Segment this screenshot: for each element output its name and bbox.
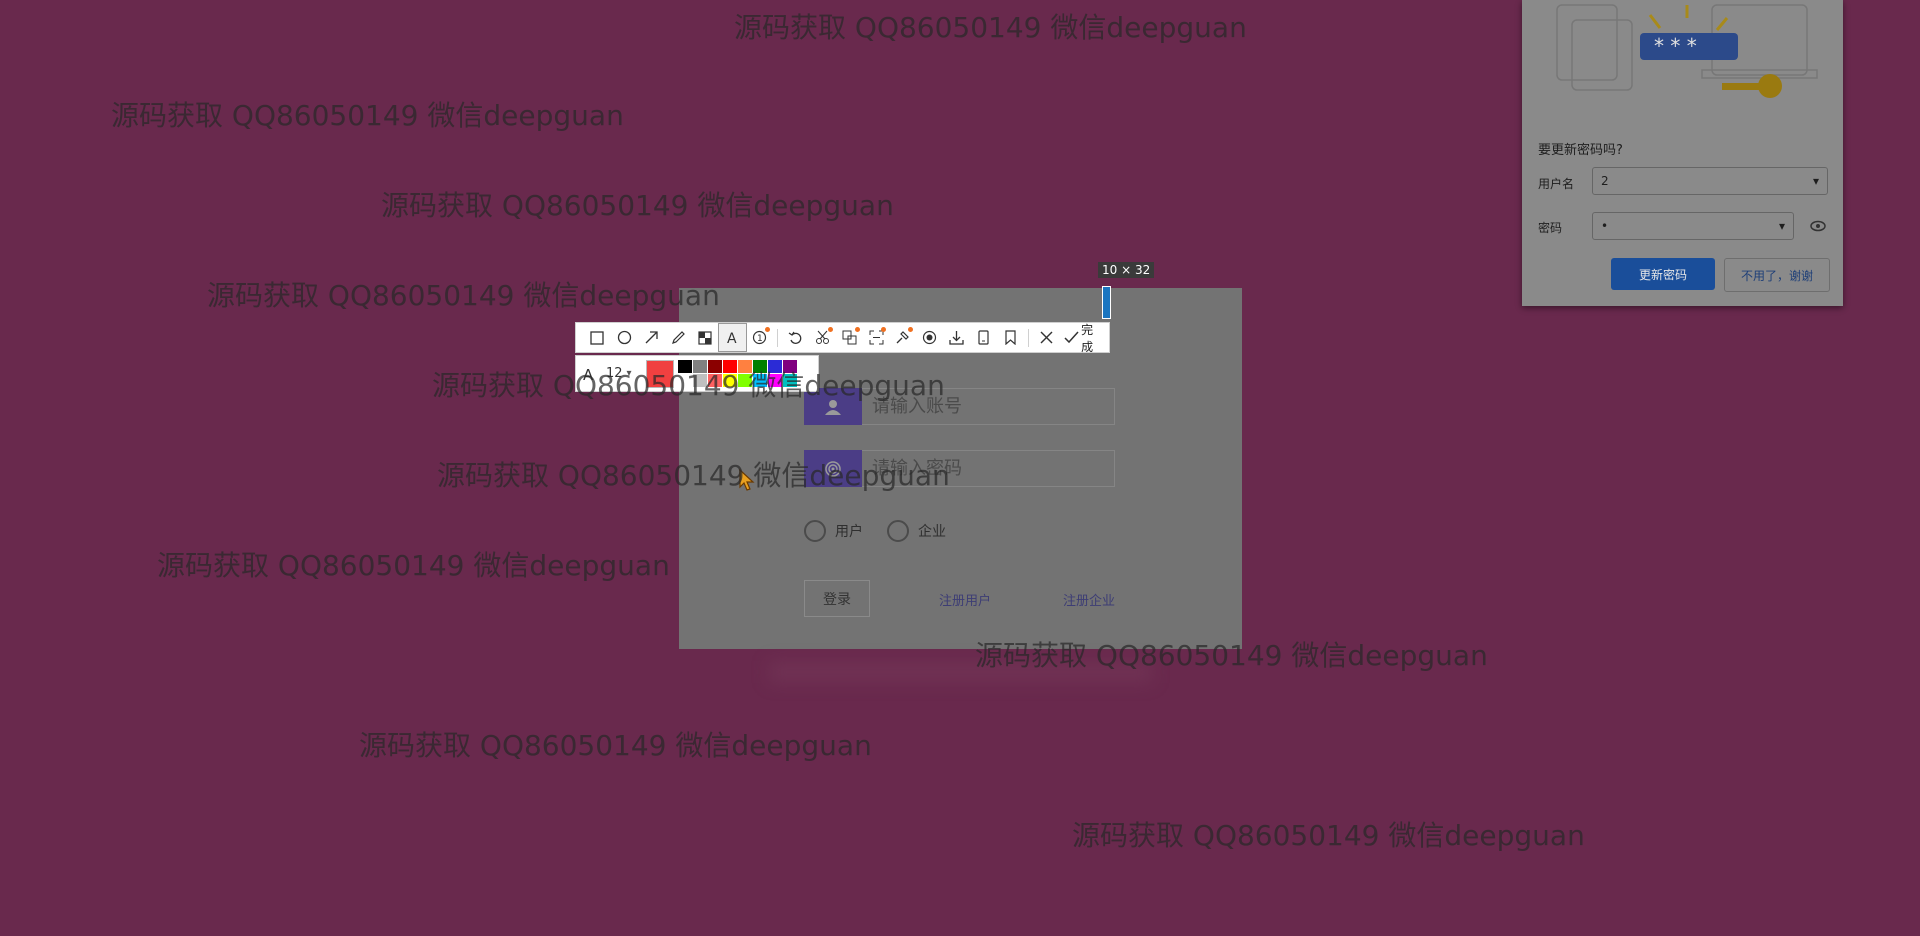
- watermark-text: 源码获取 QQ86050149 微信deepguan: [359, 729, 872, 762]
- watermark-text: 源码获取 QQ86050149 微信deepguan: [734, 11, 1247, 44]
- numbered-marker-icon[interactable]: 1: [746, 324, 773, 351]
- text-icon[interactable]: A: [717, 323, 747, 352]
- svg-text:* * *: * * *: [1654, 34, 1697, 58]
- password-illustration: * * *: [1556, 4, 1818, 98]
- watermark-text: 源码获取 QQ86050149 微信deepguan: [1072, 819, 1585, 852]
- color-swatch[interactable]: [722, 374, 737, 387]
- selection-size-label: 10 × 32: [1098, 262, 1155, 278]
- mosaic-icon[interactable]: [692, 324, 719, 351]
- color-swatch[interactable]: [677, 360, 692, 373]
- radio-user-label: 用户: [835, 524, 863, 540]
- selection-handle[interactable]: [1102, 286, 1111, 319]
- color-swatch[interactable]: [737, 360, 752, 373]
- password-prompt-title: 要更新密码吗?: [1538, 143, 1623, 158]
- radio-company[interactable]: [887, 520, 909, 542]
- radio-user[interactable]: [804, 520, 826, 542]
- svg-text:A: A: [727, 331, 737, 345]
- current-color-swatch[interactable]: [645, 359, 674, 388]
- dismiss-button[interactable]: 不用了，谢谢: [1724, 258, 1830, 292]
- radio-company-label: 企业: [918, 524, 946, 540]
- password-select[interactable]: • ▾: [1592, 212, 1794, 240]
- login-button[interactable]: 登录: [804, 580, 870, 617]
- update-password-button[interactable]: 更新密码: [1611, 258, 1715, 290]
- pin-icon[interactable]: [889, 324, 916, 351]
- close-icon[interactable]: [1033, 324, 1060, 351]
- username-select[interactable]: 2 ▾: [1592, 167, 1828, 195]
- cut-icon[interactable]: [809, 324, 836, 351]
- color-swatch[interactable]: [707, 374, 722, 387]
- color-palette: [677, 360, 797, 387]
- password-value: •: [1601, 219, 1609, 233]
- toolbar-separator: [1028, 328, 1030, 347]
- account-field: [804, 388, 1115, 425]
- color-swatch[interactable]: [722, 360, 737, 373]
- translate-icon[interactable]: [836, 324, 863, 351]
- color-swatch[interactable]: [737, 374, 752, 387]
- color-swatch[interactable]: [752, 374, 767, 387]
- done-label: 完成: [1081, 322, 1094, 354]
- caret-down-icon: ▾: [1778, 219, 1785, 233]
- text-size-icon: A: [583, 366, 594, 382]
- watermark-text: 源码获取 QQ86050149 微信deepguan: [381, 189, 894, 222]
- user-icon: [804, 388, 862, 425]
- color-swatch[interactable]: [707, 360, 722, 373]
- color-swatch[interactable]: [782, 360, 797, 373]
- watermark-text: 源码获取 QQ86050149 微信deepguan: [207, 279, 720, 312]
- caret-down-icon: ▾: [626, 368, 632, 379]
- color-swatch[interactable]: [677, 374, 692, 387]
- caret-down-icon: ▾: [1812, 174, 1819, 188]
- watermark-text: 源码获取 QQ86050149 微信deepguan: [157, 549, 670, 582]
- arrow-icon[interactable]: [638, 324, 665, 351]
- password-update-popup: * * * 要更新密码吗? 用户名 2 ▾ 密码 • ▾ 更新密码 不用了，谢谢: [1522, 0, 1843, 306]
- register-company-link[interactable]: 注册企业: [1063, 590, 1115, 609]
- color-swatch[interactable]: [752, 360, 767, 373]
- font-size-select[interactable]: 12: [606, 366, 623, 381]
- register-user-link[interactable]: 注册用户: [939, 590, 991, 609]
- device-icon[interactable]: [970, 324, 997, 351]
- text-options-bar: A 12 ▾: [575, 355, 819, 392]
- undo-icon[interactable]: [782, 324, 809, 351]
- color-swatch[interactable]: [692, 374, 707, 387]
- download-icon[interactable]: [943, 324, 970, 351]
- password-input[interactable]: [862, 450, 1115, 487]
- svg-text:1: 1: [757, 334, 763, 344]
- color-swatch[interactable]: [782, 374, 797, 387]
- svg-text:A: A: [583, 366, 594, 382]
- bookmark-icon[interactable]: [997, 324, 1024, 351]
- password-field: [804, 450, 1115, 487]
- password-label: 密码: [1538, 221, 1563, 235]
- done-button[interactable]: 完成: [1060, 323, 1109, 354]
- color-swatch[interactable]: [767, 374, 782, 387]
- check-icon: [1064, 331, 1079, 344]
- color-swatch[interactable]: [692, 360, 707, 373]
- mouse-cursor-icon: [739, 468, 755, 491]
- rectangle-icon[interactable]: [584, 324, 611, 351]
- account-input[interactable]: [862, 388, 1115, 425]
- username-label: 用户名: [1538, 177, 1575, 191]
- capture-toolbar: A 1 完成: [575, 322, 1110, 354]
- color-swatch[interactable]: [767, 360, 782, 373]
- pencil-icon[interactable]: [665, 324, 692, 351]
- ellipse-icon[interactable]: [611, 324, 638, 351]
- toolbar-separator: [776, 328, 778, 347]
- eye-icon[interactable]: [1810, 219, 1826, 233]
- record-icon[interactable]: [916, 324, 943, 351]
- ocr-icon[interactable]: [863, 324, 890, 351]
- account-type-group: 用户 企业: [804, 520, 970, 542]
- watermark-text: 源码获取 QQ86050149 微信deepguan: [111, 99, 624, 132]
- fingerprint-icon: [804, 450, 862, 487]
- username-value: 2: [1601, 174, 1609, 188]
